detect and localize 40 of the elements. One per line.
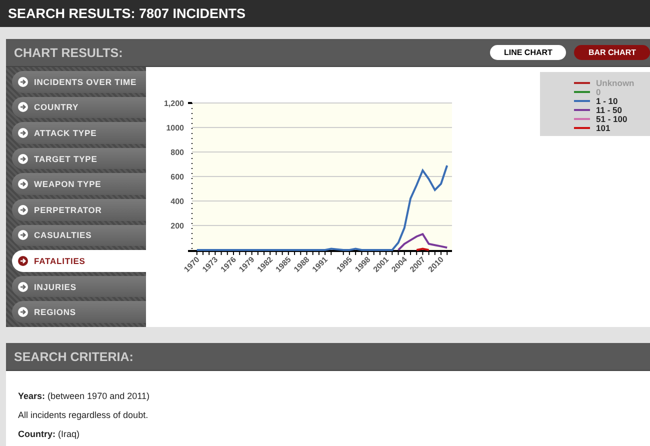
y-tick-label: 200 — [170, 222, 184, 230]
arrow-icon — [18, 179, 28, 190]
sidebar-item[interactable]: INCIDENTS OVER TIME — [12, 71, 146, 93]
chart-type-button[interactable]: LINE CHART — [490, 45, 566, 60]
criteria-text: All incidents regardless of doubt. — [18, 410, 150, 420]
arrow-icon — [18, 256, 28, 266]
sidebar-item[interactable]: REGIONS — [12, 301, 146, 323]
sidebar-item[interactable]: INJURIES — [12, 276, 146, 298]
sidebar-item[interactable]: ATTACK TYPE — [12, 122, 146, 144]
arrow-icon — [18, 154, 28, 164]
arrow-icon — [18, 128, 28, 138]
page-title: SEARCH RESULTS: 7807 INCIDENTS — [8, 6, 246, 21]
arrow-icon — [18, 76, 28, 87]
arrow-icon — [18, 282, 28, 292]
panel-title: SEARCH CRITERIA: — [14, 350, 134, 364]
sidebar-item[interactable]: FATALITIES — [12, 250, 146, 272]
arrow-icon — [18, 307, 28, 318]
chart-type-button[interactable]: BAR CHART — [574, 45, 650, 60]
criteria-text: Years: (between 1970 and 2011) — [18, 391, 150, 401]
sidebar-item[interactable]: WEAPON TYPE — [12, 173, 146, 195]
legend-label: 51 - 100 — [596, 114, 628, 124]
y-tick-label: 800 — [170, 148, 184, 157]
sidebar-item[interactable]: TARGET TYPE — [12, 148, 146, 170]
arrow-icon — [18, 230, 28, 240]
legend-label: 1 - 10 — [596, 96, 618, 106]
sidebar-item[interactable]: PERPETRATOR — [12, 198, 146, 221]
legend-label: 11 - 50 — [596, 104, 622, 114]
legend-label: Unknown — [596, 78, 634, 88]
y-tick-label: 400 — [170, 197, 184, 206]
arrow-icon — [18, 102, 28, 112]
legend-label: 0 — [596, 86, 601, 96]
sidebar-item[interactable]: CASUALTIES — [12, 224, 146, 246]
legend-label: 101 — [596, 122, 610, 132]
panel-title: CHART RESULTS: — [14, 46, 123, 60]
y-tick-label: 600 — [170, 172, 184, 182]
arrow-icon — [18, 204, 28, 215]
sidebar-item[interactable]: COUNTRY — [12, 96, 146, 118]
criteria-text: Country: (Iraq) — [18, 429, 81, 439]
y-tick-label: 1000 — [166, 124, 184, 132]
y-tick-label: 1,200 — [164, 99, 184, 108]
